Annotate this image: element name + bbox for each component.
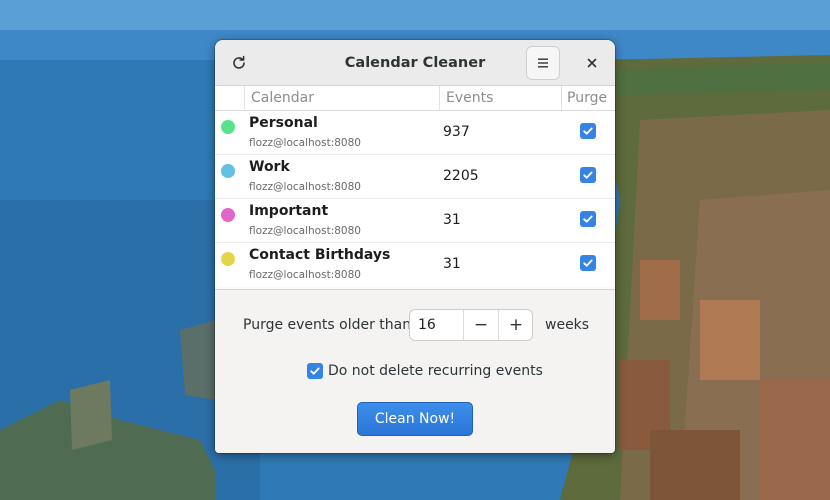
calendar-color-swatch	[221, 120, 235, 134]
calendar-event-count: 2205	[443, 168, 479, 184]
options-panel: Purge events older than − + weeks Do not…	[215, 289, 615, 453]
table-row[interactable]: Personal flozz@localhost:8080 937	[215, 111, 615, 155]
column-header-purge[interactable]: Purge	[561, 86, 615, 111]
calendar-color-swatch	[221, 252, 235, 266]
checkmark-icon	[583, 215, 593, 223]
calendar-color-swatch	[221, 164, 235, 178]
checkmark-icon	[583, 127, 593, 135]
decrement-button[interactable]: −	[463, 310, 498, 340]
table-row[interactable]: Work flozz@localhost:8080 2205	[215, 155, 615, 199]
refresh-button[interactable]	[222, 46, 256, 80]
table-header: Calendar Events Purge	[215, 86, 615, 111]
recurring-events-checkbox[interactable]	[307, 363, 323, 379]
weeks-label: weeks	[545, 317, 590, 333]
checkmark-icon	[310, 367, 320, 375]
column-header-color	[215, 86, 244, 111]
calendar-name: Contact Birthdays	[249, 247, 391, 263]
hamburger-menu-icon	[538, 58, 548, 68]
calendar-event-count: 31	[443, 212, 461, 228]
main-menu-button[interactable]	[526, 46, 560, 80]
purge-checkbox[interactable]	[580, 211, 596, 227]
calendar-name: Important	[249, 203, 329, 219]
increment-button[interactable]: +	[498, 310, 533, 340]
close-button[interactable]	[575, 46, 609, 80]
calendar-cleaner-window: Calendar Cleaner Calendar Events Purge P…	[215, 40, 615, 453]
column-header-calendar[interactable]: Calendar	[244, 86, 439, 111]
calendar-owner: flozz@localhost:8080	[249, 181, 361, 193]
calendar-table: Calendar Events Purge Personal flozz@loc…	[215, 86, 615, 287]
calendar-event-count: 937	[443, 124, 470, 140]
clean-now-button[interactable]: Clean Now!	[357, 402, 473, 436]
checkmark-icon	[583, 171, 593, 179]
purge-checkbox[interactable]	[580, 167, 596, 183]
close-icon	[587, 58, 597, 68]
header-bar: Calendar Cleaner	[215, 40, 615, 86]
column-header-events[interactable]: Events	[439, 86, 561, 111]
recurring-events-label[interactable]: Do not delete recurring events	[328, 363, 543, 379]
table-row[interactable]: Contact Birthdays flozz@localhost:8080 3…	[215, 243, 615, 287]
calendar-owner: flozz@localhost:8080	[249, 225, 361, 237]
weeks-input[interactable]	[418, 310, 458, 340]
calendar-owner: flozz@localhost:8080	[249, 269, 361, 281]
purge-older-than-label: Purge events older than	[243, 317, 412, 333]
weeks-spinbutton[interactable]: − +	[409, 309, 533, 341]
refresh-icon	[233, 55, 245, 69]
purge-checkbox[interactable]	[580, 255, 596, 271]
purge-checkbox[interactable]	[580, 123, 596, 139]
checkmark-icon	[583, 259, 593, 267]
recurring-events-option[interactable]: Do not delete recurring events	[307, 362, 543, 380]
calendar-name: Work	[249, 159, 290, 175]
calendar-owner: flozz@localhost:8080	[249, 137, 361, 149]
calendar-color-swatch	[221, 208, 235, 222]
calendar-event-count: 31	[443, 256, 461, 272]
calendar-name: Personal	[249, 115, 318, 131]
table-row[interactable]: Important flozz@localhost:8080 31	[215, 199, 615, 243]
